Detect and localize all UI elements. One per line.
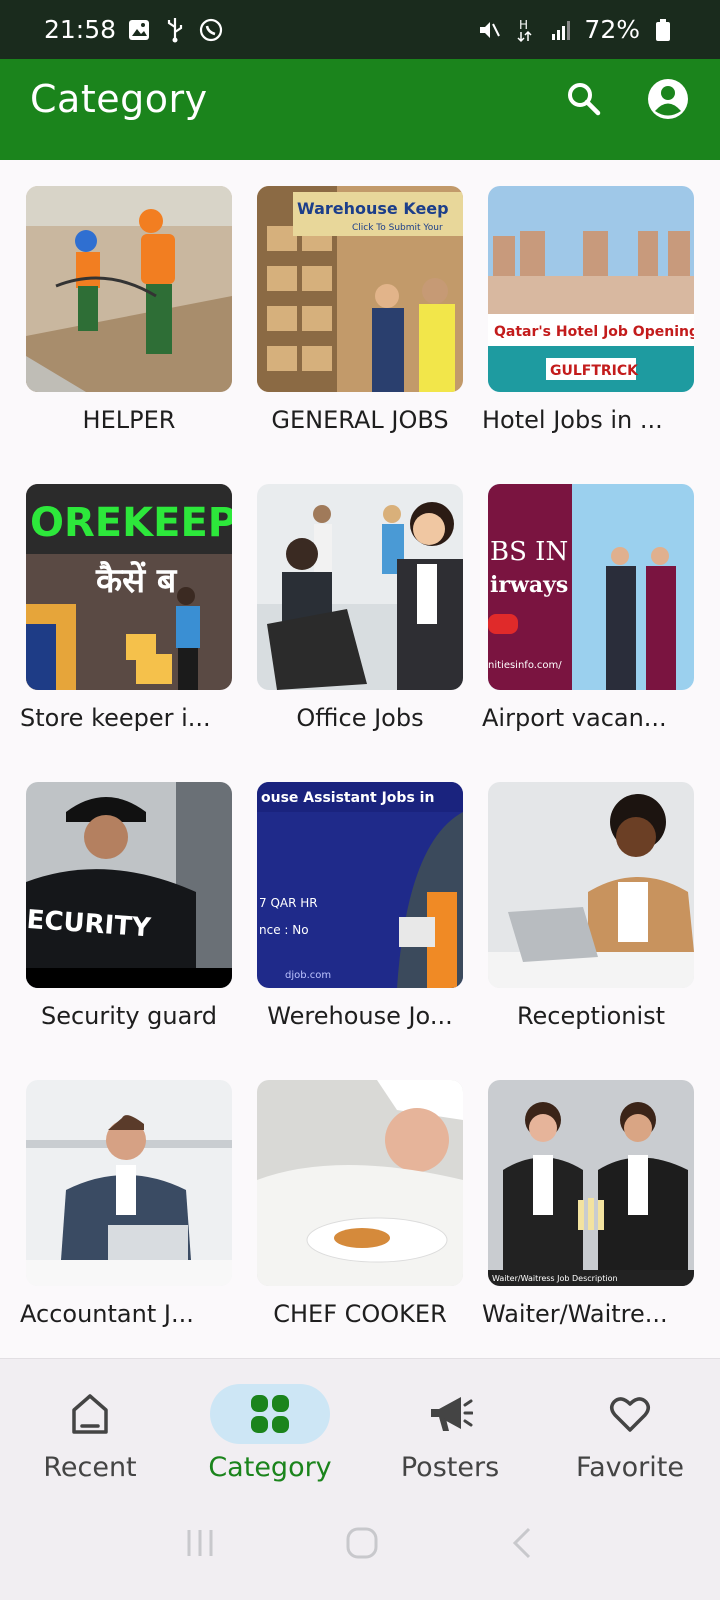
nav-item-favorite[interactable]: Favorite xyxy=(540,1359,720,1490)
thumb-overlay-subtext: 7 QAR HR xyxy=(259,896,318,910)
category-label: Werehouse Jo... xyxy=(267,1002,453,1030)
category-card-office-jobs[interactable]: Office Jobs xyxy=(257,484,463,732)
nav-label-favorite: Favorite xyxy=(576,1452,684,1483)
search-button[interactable] xyxy=(562,77,606,121)
app-bar: Category xyxy=(0,59,720,160)
thumb-overlay-footer: nitiesinfo.com/ xyxy=(488,660,562,671)
category-label: GENERAL JOBS xyxy=(271,406,449,434)
category-label: Hotel Jobs in ... xyxy=(482,406,663,434)
svg-text:H: H xyxy=(519,18,528,32)
heart-icon xyxy=(610,1397,650,1432)
category-thumbnail: ECURITY xyxy=(26,782,232,988)
search-icon xyxy=(568,82,601,115)
category-thumbnail: Warehouse Keep Click To Submit Your xyxy=(257,186,463,392)
home-circle-icon xyxy=(346,1527,378,1559)
category-card-security-guard[interactable]: ECURITY Security guard xyxy=(26,782,232,1030)
thumb-overlay-subtext: कैसें ब xyxy=(95,560,178,601)
category-card-warehouse-jobs[interactable]: ouse Assistant Jobs in 7 QAR HR nce : No… xyxy=(257,782,463,1030)
category-card-chef-cooker[interactable]: CHEF COOKER xyxy=(257,1080,463,1328)
back-button[interactable] xyxy=(507,1525,537,1565)
category-thumbnail: Qatar's Hotel Job Openings GULFTRICK xyxy=(488,186,694,392)
home-button[interactable] xyxy=(344,1525,380,1565)
recent-apps-button[interactable] xyxy=(183,1526,217,1564)
category-card-receptionist[interactable]: Receptionist xyxy=(488,782,694,1030)
thumb-overlay-text: Warehouse Keep xyxy=(297,199,449,218)
bottom-navigation: Recent Category Posters Favorite xyxy=(0,1358,720,1490)
battery-icon xyxy=(650,17,676,43)
page-title: Category xyxy=(30,76,208,121)
category-card-store-keeper[interactable]: OREKEEP कैसें ब Store keeper i... xyxy=(20,484,232,732)
nav-item-posters[interactable]: Posters xyxy=(360,1359,540,1490)
whatsapp-icon xyxy=(198,17,224,43)
thumb-overlay-text: OREKEEP xyxy=(30,500,232,546)
account-button[interactable] xyxy=(646,77,690,121)
thumb-overlay-subtext: Click To Submit Your xyxy=(352,223,443,233)
grid-icon xyxy=(251,1395,289,1433)
account-icon xyxy=(648,78,688,119)
category-thumbnail: ouse Assistant Jobs in 7 QAR HR nce : No… xyxy=(257,782,463,988)
category-card-accountant[interactable]: Accountant J... xyxy=(20,1080,232,1328)
category-label: CHEF COOKER xyxy=(273,1300,447,1328)
category-label: Receptionist xyxy=(516,1002,666,1030)
category-thumbnail: BS IN irways nitiesinfo.com/ xyxy=(488,484,694,690)
thumb-overlay-subtext: irways xyxy=(490,572,568,598)
back-icon xyxy=(512,1527,530,1559)
category-label: Office Jobs xyxy=(296,704,424,732)
category-label: Store keeper i... xyxy=(20,704,211,732)
gallery-icon xyxy=(126,17,152,43)
recent-apps-icon xyxy=(187,1530,213,1556)
status-time: 21:58 xyxy=(44,15,117,44)
category-card-waiter-waitress[interactable]: Waiter/Waitress Job Description Waiter/W… xyxy=(482,1080,694,1328)
category-card-airport-vacancies[interactable]: BS IN irways nitiesinfo.com/ Airport vac… xyxy=(482,484,694,732)
thumb-overlay-text: Qatar's Hotel Job Openings xyxy=(494,324,694,340)
category-card-general-jobs[interactable]: Warehouse Keep Click To Submit Your GENE… xyxy=(257,186,463,434)
status-bar: 21:58 H 72% xyxy=(0,0,720,59)
thumb-overlay-footer: djob.com xyxy=(285,970,331,981)
category-grid: HELPER Warehouse Keep Click To Submit Yo… xyxy=(0,160,720,1358)
thumb-overlay-text: ouse Assistant Jobs in xyxy=(261,790,434,806)
category-thumbnail: Waiter/Waitress Job Description xyxy=(488,1080,694,1286)
category-thumbnail xyxy=(257,484,463,690)
nav-item-category[interactable]: Category xyxy=(180,1359,360,1490)
nav-label-recent: Recent xyxy=(43,1452,137,1483)
thumb-overlay-footer: Waiter/Waitress Job Description xyxy=(492,1274,618,1283)
system-navigation-bar xyxy=(0,1490,720,1600)
battery-percent: 72% xyxy=(584,15,640,44)
category-label: Security guard xyxy=(40,1002,217,1030)
thumb-overlay-subtext: GULFTRICK xyxy=(550,363,639,379)
megaphone-icon xyxy=(431,1397,473,1431)
category-thumbnail xyxy=(26,1080,232,1286)
category-thumbnail xyxy=(26,186,232,392)
category-label: Waiter/Waitre... xyxy=(482,1300,668,1328)
nav-item-recent[interactable]: Recent xyxy=(0,1359,180,1490)
signal-icon xyxy=(548,17,574,43)
category-label: Accountant J... xyxy=(20,1300,194,1328)
network-h-icon: H xyxy=(512,17,538,43)
nav-label-category: Category xyxy=(208,1452,332,1483)
usb-icon xyxy=(162,17,188,43)
category-label: HELPER xyxy=(82,406,176,434)
thumb-overlay-text: BS IN xyxy=(490,537,568,567)
category-thumbnail xyxy=(257,1080,463,1286)
mute-icon xyxy=(476,17,502,43)
category-card-helper[interactable]: HELPER xyxy=(26,186,232,434)
nav-label-posters: Posters xyxy=(400,1452,500,1483)
category-thumbnail xyxy=(488,782,694,988)
thumb-overlay-subtext-2: nce : No xyxy=(259,923,309,937)
category-card-hotel-jobs[interactable]: Qatar's Hotel Job Openings GULFTRICK Hot… xyxy=(482,186,694,434)
home-icon xyxy=(72,1394,108,1434)
category-label: Airport vacan... xyxy=(482,704,667,732)
category-thumbnail: OREKEEP कैसें ब xyxy=(26,484,232,690)
